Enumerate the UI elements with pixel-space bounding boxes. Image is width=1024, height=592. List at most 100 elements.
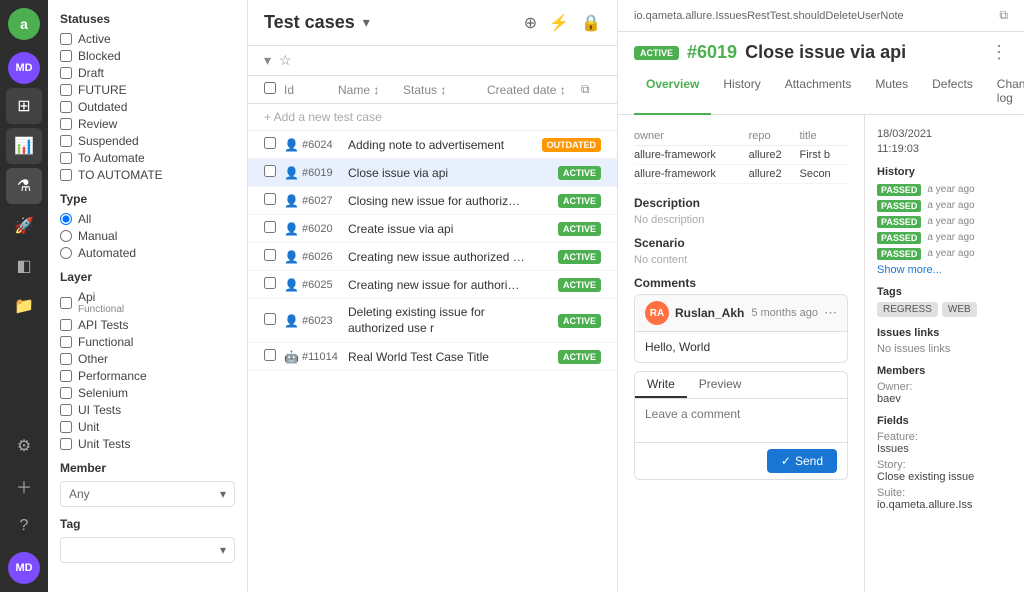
tab-mutes[interactable]: Mutes: [863, 69, 920, 115]
row-name: Creating new issue authorized user: [348, 250, 525, 264]
nav-icon-chart[interactable]: 📊: [6, 128, 42, 164]
type-all[interactable]: All: [60, 212, 235, 226]
field-story: Story: Close existing issue: [877, 459, 1012, 483]
detail-header: io.qameta.allure.IssuesRestTest.shouldDe…: [618, 0, 1024, 32]
nav-icon-question[interactable]: ?: [6, 508, 42, 544]
nav-icon-rocket[interactable]: 🚀: [6, 208, 42, 244]
collapse-icon[interactable]: ▾: [264, 52, 271, 69]
more-menu-icon[interactable]: ⋮: [990, 42, 1008, 63]
nav-icon-plus[interactable]: ＋: [6, 468, 42, 504]
row-id: #6027: [302, 195, 344, 207]
comment-input[interactable]: [635, 399, 847, 439]
table-row[interactable]: 👤 #6025 Creating new issue for authorize…: [248, 271, 617, 299]
table-row[interactable]: 👤 #6026 Creating new issue authorized us…: [248, 243, 617, 271]
status-suspended[interactable]: Suspended: [60, 134, 235, 148]
tab-overview[interactable]: Overview: [634, 69, 711, 115]
issue-id: #6019: [687, 42, 737, 63]
type-manual[interactable]: Manual: [60, 229, 235, 243]
table-row[interactable]: 👤 #6019 Close issue via api ACTIVE: [248, 159, 617, 187]
row-id: #6020: [302, 223, 344, 235]
layer-selenium[interactable]: Selenium: [60, 386, 235, 400]
send-button[interactable]: ✓ Send: [767, 449, 837, 473]
description-label: Description: [634, 196, 848, 210]
tab-defects[interactable]: Defects: [920, 69, 985, 115]
tab-attachments[interactable]: Attachments: [773, 69, 864, 115]
nav-avatar[interactable]: MD: [8, 52, 40, 84]
star-icon[interactable]: ☆: [279, 52, 292, 69]
status-outdated[interactable]: Outdated: [60, 100, 235, 114]
user-icon: 👤: [284, 278, 298, 292]
history-item: PASSEDa year ago: [877, 216, 1012, 228]
nav-icon-gear[interactable]: ⚙: [6, 428, 42, 464]
tab-history[interactable]: History: [711, 69, 772, 115]
layer-ui-tests[interactable]: UI Tests: [60, 403, 235, 417]
layer-functional[interactable]: Functional: [60, 335, 235, 349]
chevron-down-icon[interactable]: ▾: [363, 14, 370, 31]
row-checkbox[interactable]: [264, 137, 276, 149]
row-checkbox[interactable]: [264, 277, 276, 289]
row-checkbox[interactable]: [264, 249, 276, 261]
status-review[interactable]: Review: [60, 117, 235, 131]
table-row[interactable]: 👤 #6024 Adding note to advertisement OUT…: [248, 131, 617, 159]
lock-icon[interactable]: 🔒: [581, 13, 601, 33]
issues-links-label: Issues links: [877, 327, 1012, 339]
nav-user-avatar[interactable]: MD: [8, 552, 40, 584]
table-row[interactable]: 🤖 #11014 Real World Test Case Title ACTI…: [248, 343, 617, 371]
linked-issues-table: owner repo title allure-framework allure…: [634, 127, 848, 184]
comment-header: RA Ruslan_Akh 5 months ago ⋯: [635, 295, 847, 332]
add-test-case-row[interactable]: + Add a new test case: [248, 104, 617, 131]
nav-icon-folder[interactable]: 📁: [6, 288, 42, 324]
comments-section: Comments RA Ruslan_Akh 5 months ago ⋯ He…: [634, 276, 848, 480]
statuses-label: Statuses: [60, 12, 235, 26]
layer-performance[interactable]: Performance: [60, 369, 235, 383]
row-checkbox[interactable]: [264, 349, 276, 361]
row-checkbox[interactable]: [264, 165, 276, 177]
row-checkbox[interactable]: [264, 193, 276, 205]
filter-icon[interactable]: ⚡: [549, 13, 569, 33]
comment-avatar: RA: [645, 301, 669, 325]
layer-unit-tests[interactable]: Unit Tests: [60, 437, 235, 451]
select-all-checkbox[interactable]: [264, 82, 276, 94]
tag-select[interactable]: ▾: [60, 537, 235, 563]
row-status: ACTIVE: [529, 314, 601, 328]
row-checkbox[interactable]: [264, 313, 276, 325]
status-future[interactable]: FUTURE: [60, 83, 235, 97]
nav-logo[interactable]: a: [8, 8, 40, 40]
layer-api-tests[interactable]: API Tests: [60, 318, 235, 332]
layer-api[interactable]: Api Functional: [60, 290, 235, 315]
nav-icon-grid[interactable]: ⊞: [6, 88, 42, 124]
layer-unit[interactable]: Unit: [60, 420, 235, 434]
member-select[interactable]: Any ▾: [60, 481, 235, 507]
show-more-link[interactable]: Show more...: [877, 264, 1012, 276]
type-automated[interactable]: Automated: [60, 246, 235, 260]
nav-icon-layers[interactable]: ◧: [6, 248, 42, 284]
table-row[interactable]: 👤 #6020 Create issue via api ACTIVE: [248, 215, 617, 243]
tag-web[interactable]: WEB: [942, 302, 977, 317]
table-row[interactable]: 👤 #6023 Deleting existing issue for auth…: [248, 299, 617, 343]
comment-time: 5 months ago: [751, 307, 818, 319]
copy-icon[interactable]: ⧉: [999, 8, 1008, 23]
status-to-automate-caps[interactable]: TO AUTOMATE: [60, 168, 235, 182]
history-item: PASSEDa year ago: [877, 232, 1012, 244]
layer-other[interactable]: Other: [60, 352, 235, 366]
row-status: ACTIVE: [529, 166, 601, 180]
comment-footer: ✓ Send: [635, 442, 847, 479]
tab-preview[interactable]: Preview: [687, 372, 754, 398]
tab-write[interactable]: Write: [635, 372, 687, 398]
status-draft[interactable]: Draft: [60, 66, 235, 80]
status-blocked[interactable]: Blocked: [60, 49, 235, 63]
add-icon[interactable]: ⊕: [524, 13, 537, 33]
col-created-date: Created date ↕: [487, 83, 577, 97]
table-row: allure-framework allure2 First b: [634, 146, 848, 165]
row-name: Create issue via api: [348, 222, 525, 236]
table-row[interactable]: 👤 #6027 Closing new issue for authorized…: [248, 187, 617, 215]
nav-icon-flask[interactable]: ⚗: [6, 168, 42, 204]
tag-regress[interactable]: REGRESS: [877, 302, 938, 317]
copy-icon[interactable]: ⧉: [581, 82, 601, 97]
type-label: Type: [60, 192, 235, 206]
tab-changelog[interactable]: Change log: [985, 69, 1024, 115]
status-to-automate[interactable]: To Automate: [60, 151, 235, 165]
status-active[interactable]: Active: [60, 32, 235, 46]
row-checkbox[interactable]: [264, 221, 276, 233]
comment-menu-icon[interactable]: ⋯: [824, 305, 837, 321]
